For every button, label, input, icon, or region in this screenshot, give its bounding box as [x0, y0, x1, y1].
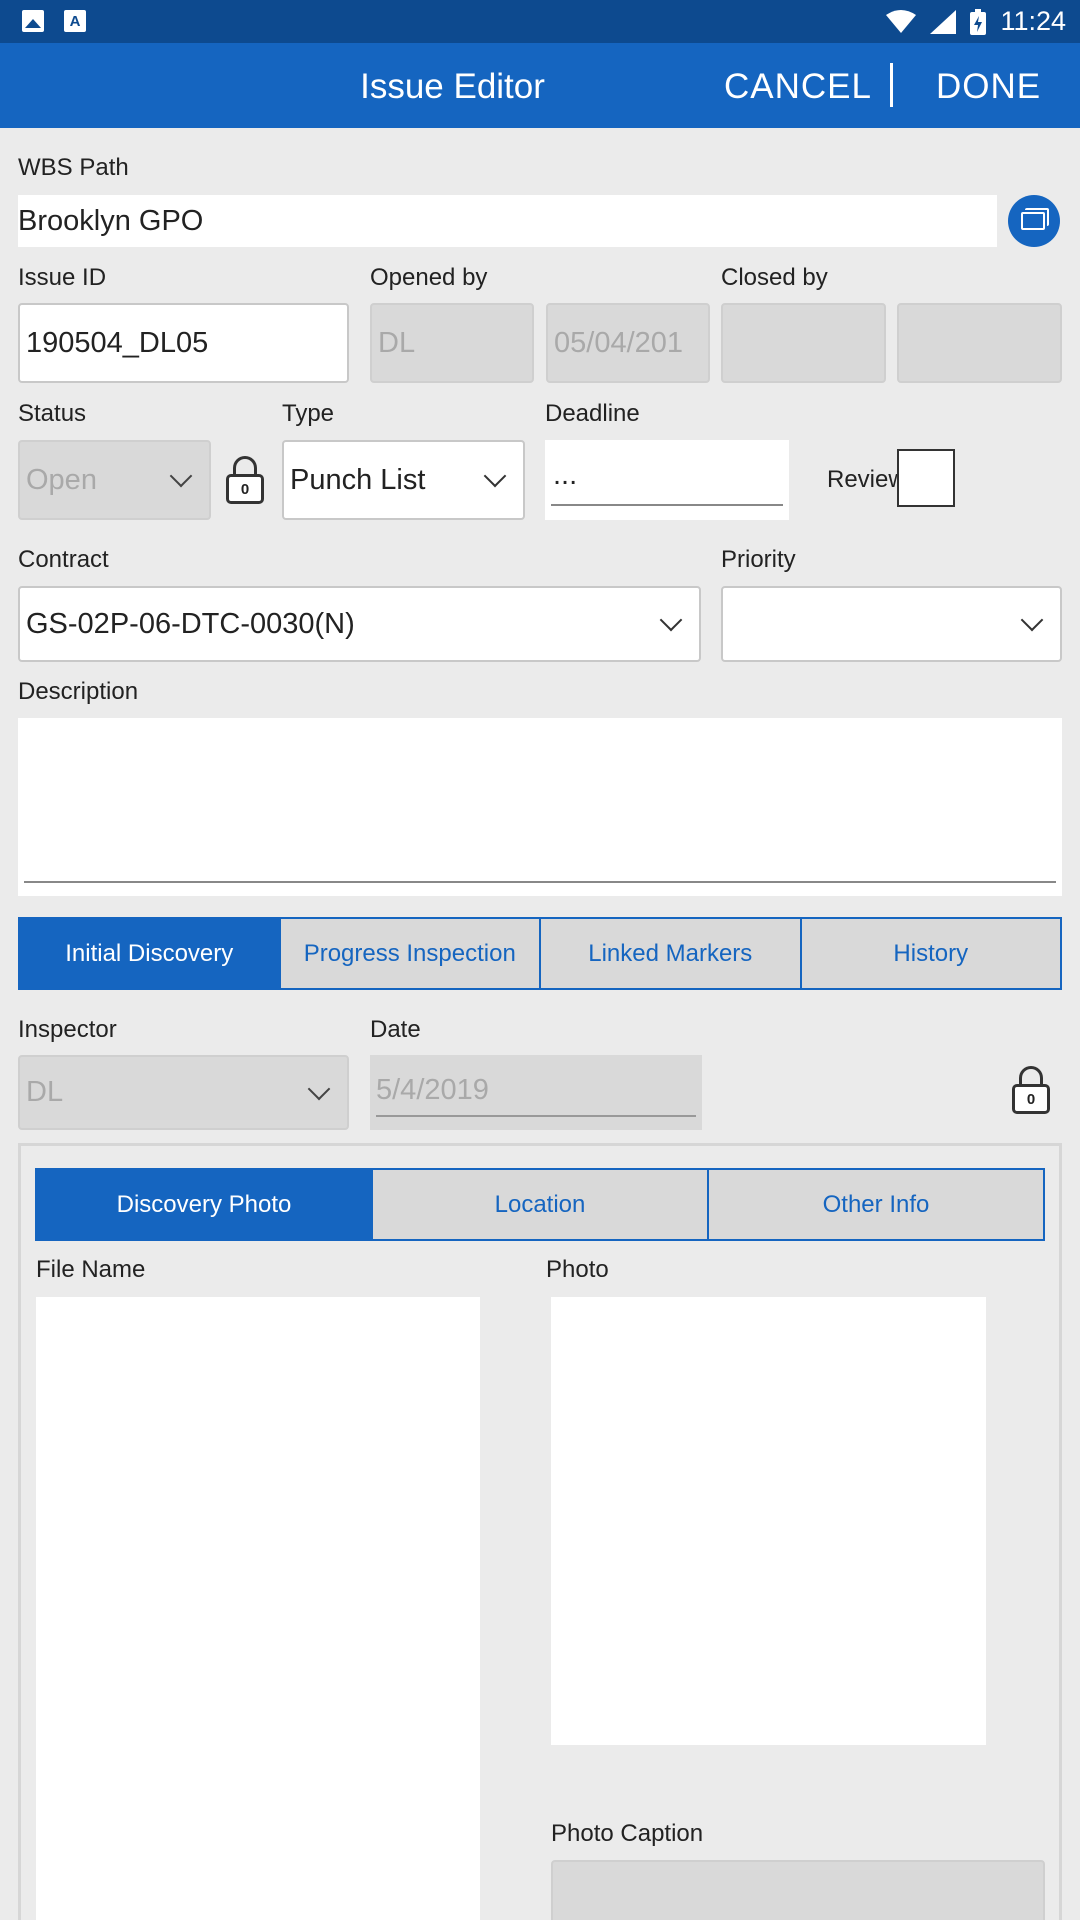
chevron-down-icon: [659, 608, 683, 632]
deadline-value: ...: [553, 458, 578, 491]
status-value: Open: [26, 463, 97, 496]
file-name-label: File Name: [36, 1256, 146, 1283]
description-textarea[interactable]: [18, 718, 1062, 896]
type-select[interactable]: Punch List: [282, 440, 525, 520]
priority-select[interactable]: [721, 586, 1062, 662]
tab-progress-inspection[interactable]: Progress Inspection: [278, 919, 539, 988]
status-bar: A 11:24: [0, 0, 1080, 43]
image-icon: [22, 10, 44, 32]
review-label: Review: [827, 466, 906, 493]
type-value: Punch List: [290, 463, 426, 496]
photo-label: Photo: [546, 1256, 609, 1283]
status-label: Status: [18, 400, 87, 427]
battery-icon: [970, 8, 987, 35]
issue-id-input[interactable]: 190504_DL05: [18, 303, 349, 383]
issue-id-label: Issue ID: [18, 264, 107, 291]
contract-value: GS-02P-06-DTC-0030(N): [26, 607, 355, 640]
done-button[interactable]: DONE: [936, 67, 1041, 107]
opened-by-date-field: 05/04/201: [546, 303, 710, 383]
sub-tabs: Discovery Photo Location Other Info: [35, 1168, 1045, 1241]
inspector-select: DL: [18, 1055, 349, 1130]
text-icon: A: [64, 10, 86, 32]
date-label: Date: [370, 1016, 421, 1043]
tab-discovery-photo[interactable]: Discovery Photo: [37, 1170, 371, 1239]
wifi-icon: [886, 9, 917, 33]
file-name-list[interactable]: [36, 1297, 480, 1920]
app-bar: Issue Editor CANCEL DONE: [0, 43, 1080, 128]
closed-by-label: Closed by: [721, 264, 828, 291]
closed-by-user-field: [721, 303, 886, 383]
chevron-down-icon: [169, 464, 193, 488]
wbs-path-field[interactable]: Brooklyn GPO: [18, 195, 997, 247]
tab-initial-discovery[interactable]: Initial Discovery: [20, 919, 279, 988]
photo-caption-label: Photo Caption: [551, 1820, 704, 1847]
tab-linked-markers[interactable]: Linked Markers: [539, 919, 800, 988]
deadline-label: Deadline: [545, 400, 640, 427]
cancel-button[interactable]: CANCEL: [724, 67, 872, 107]
date-value: 5/4/2019: [376, 1074, 489, 1106]
opened-by-date-value: 05/04/201: [554, 326, 684, 359]
opened-by-label: Opened by: [370, 264, 488, 291]
issue-id-value: 190504_DL05: [26, 326, 209, 359]
photo-preview[interactable]: [551, 1297, 986, 1745]
signal-icon: [930, 9, 957, 34]
tab-history[interactable]: History: [799, 919, 1060, 988]
deadline-input[interactable]: ...: [545, 440, 789, 520]
chevron-down-icon: [307, 1077, 331, 1100]
status-select: Open: [18, 440, 211, 520]
main-tabs: Initial Discovery Progress Inspection Li…: [18, 917, 1062, 990]
wbs-path-value: Brooklyn GPO: [18, 204, 204, 237]
description-label: Description: [18, 678, 139, 705]
tab-other-info[interactable]: Other Info: [707, 1170, 1043, 1239]
discovery-panel: Discovery Photo Location Other Info File…: [18, 1143, 1062, 1920]
inspector-value: DL: [26, 1076, 64, 1108]
contract-label: Contract: [18, 546, 109, 573]
closed-by-date-field: [897, 303, 1062, 383]
gallery-icon[interactable]: [1008, 195, 1060, 247]
contract-select[interactable]: GS-02P-06-DTC-0030(N): [18, 586, 701, 662]
chevron-down-icon: [483, 464, 507, 488]
inspection-lock-icon[interactable]: 0: [1012, 1066, 1050, 1114]
opened-by-user-value: DL: [378, 326, 416, 359]
wbs-path-label: WBS Path: [18, 154, 129, 181]
clock: 11:24: [1000, 6, 1066, 36]
status-lock-icon[interactable]: 0: [226, 456, 264, 504]
type-label: Type: [282, 400, 335, 427]
chevron-down-icon: [1020, 608, 1044, 632]
appbar-divider: [890, 63, 893, 107]
priority-label: Priority: [721, 546, 796, 573]
photo-caption-field: [551, 1860, 1045, 1920]
opened-by-user-field: DL: [370, 303, 534, 383]
inspector-label: Inspector: [18, 1016, 117, 1043]
tab-location[interactable]: Location: [371, 1170, 707, 1239]
date-field: 5/4/2019: [370, 1055, 702, 1130]
review-checkbox[interactable]: [897, 449, 955, 507]
